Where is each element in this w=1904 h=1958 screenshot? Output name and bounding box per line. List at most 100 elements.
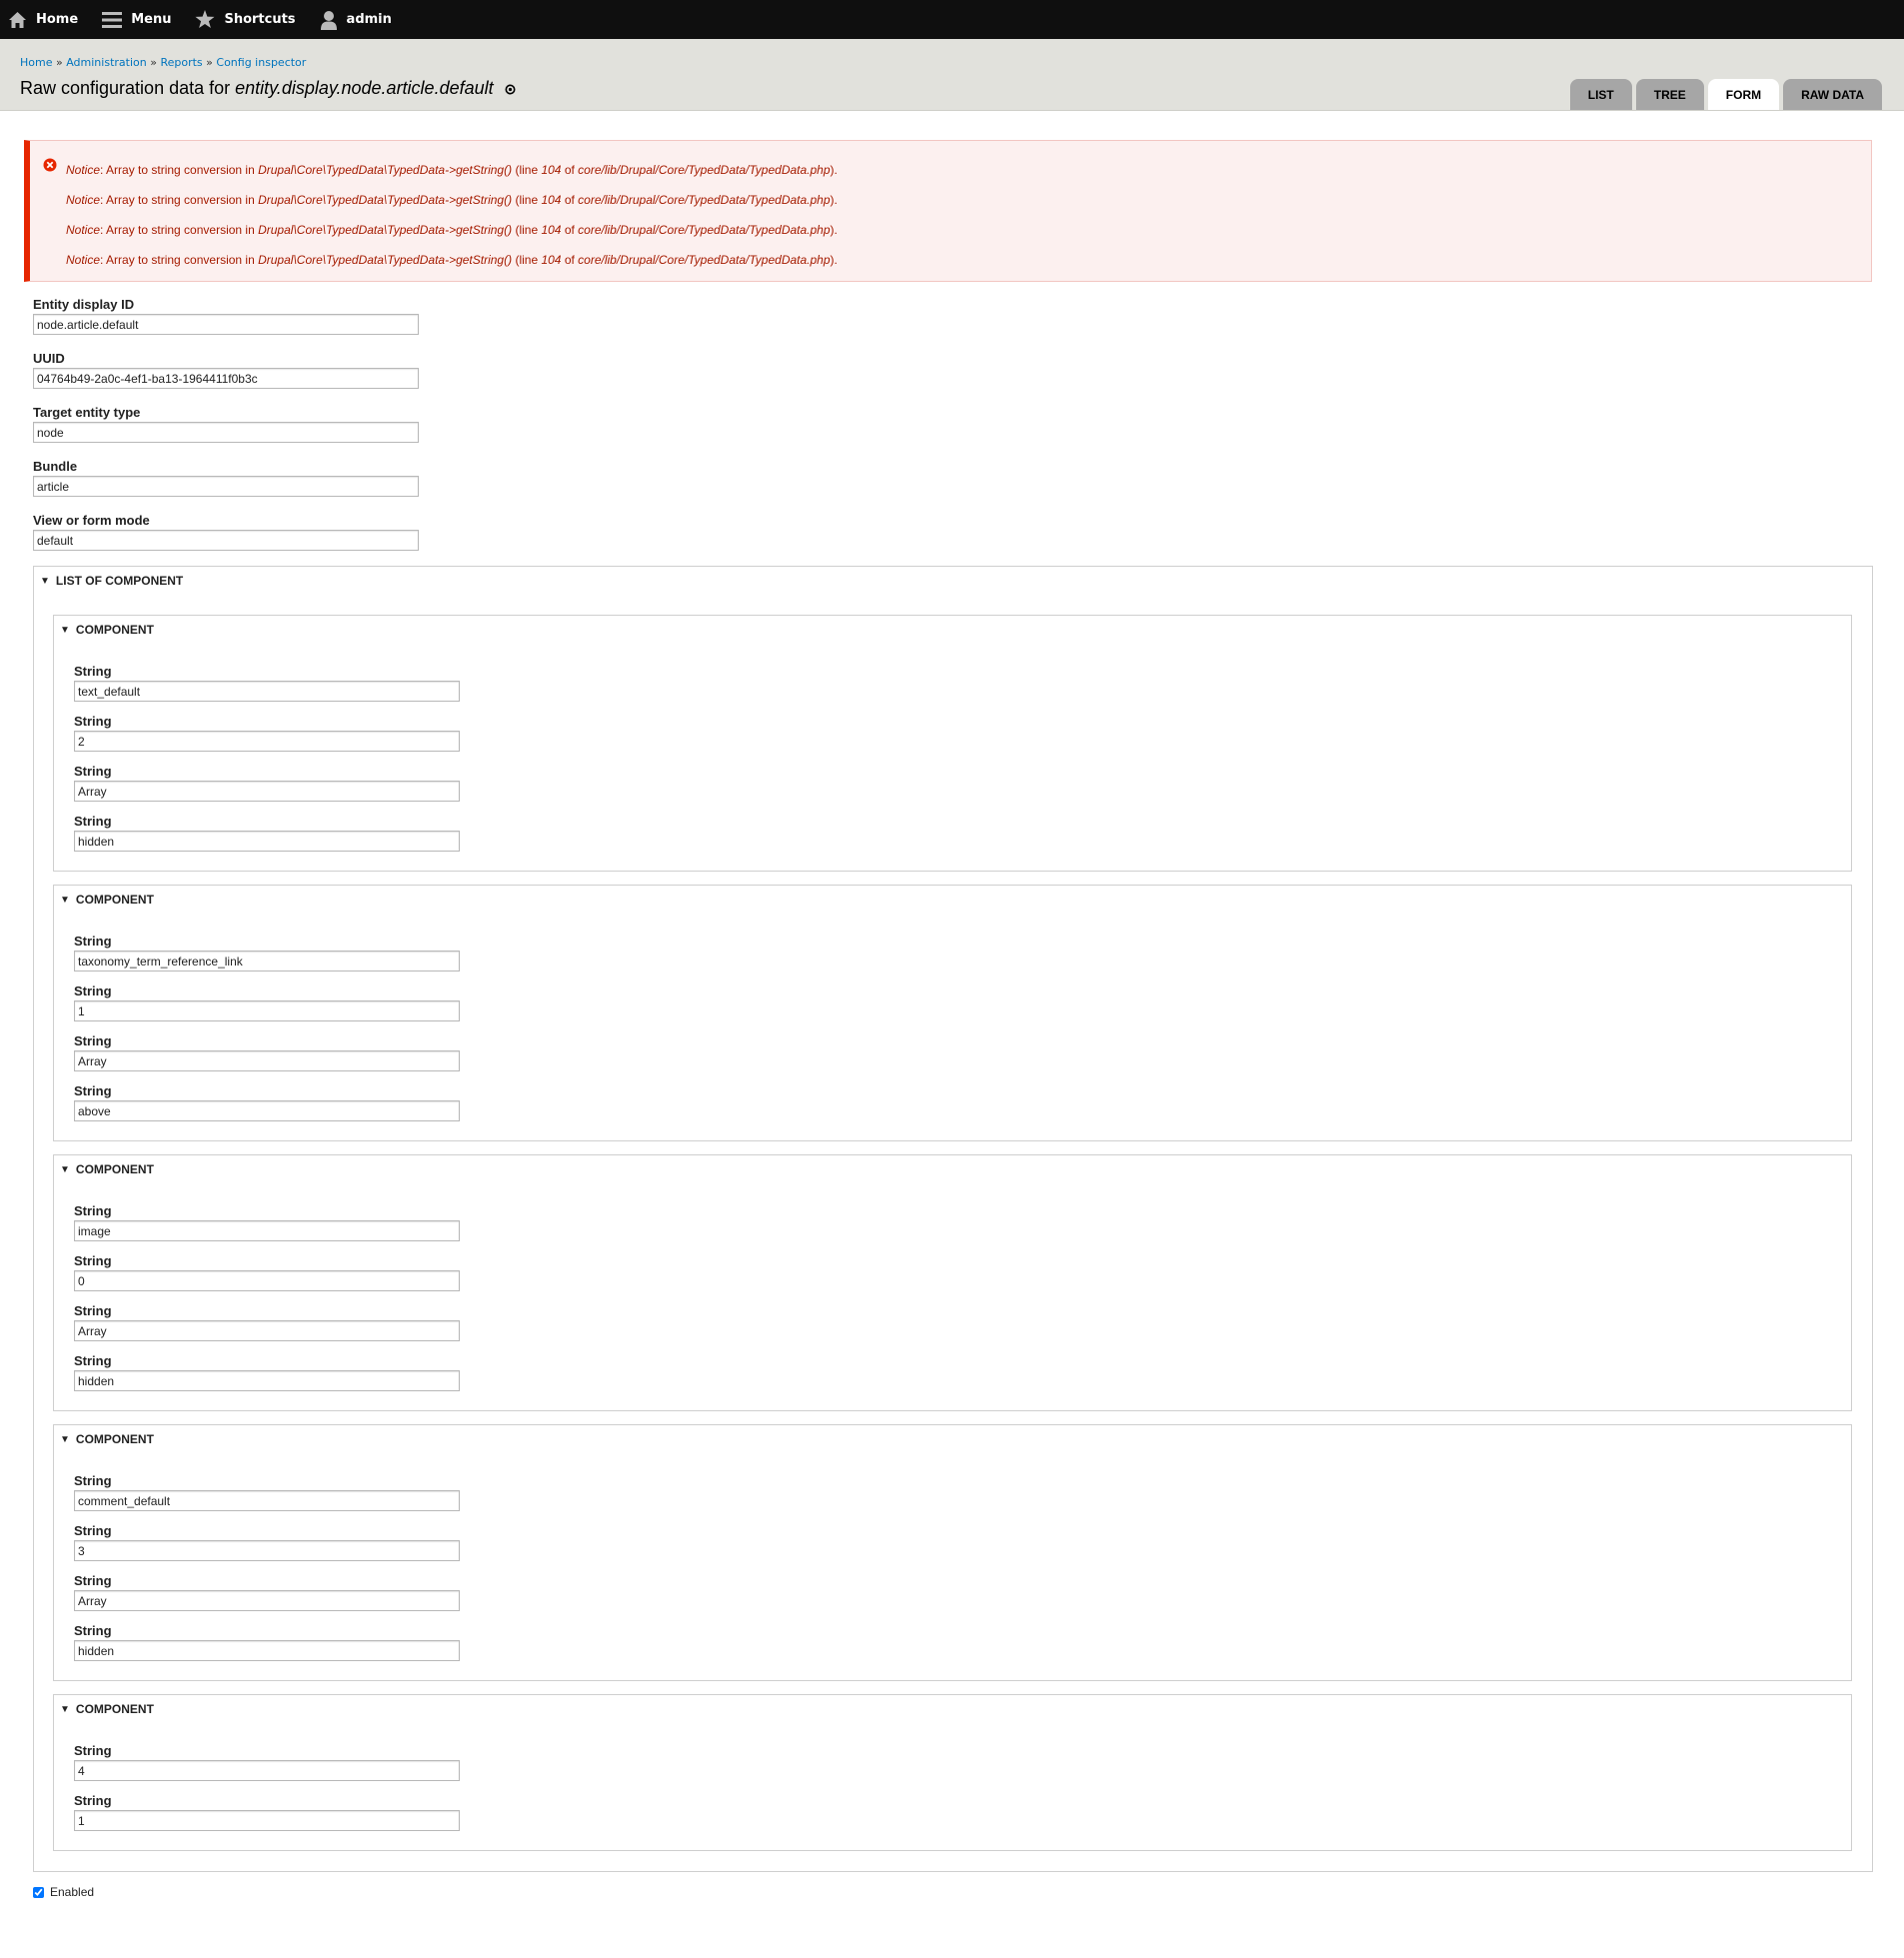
component-string-field: String [74, 1083, 460, 1121]
string-input[interactable] [74, 1050, 460, 1071]
view-mode-input[interactable] [33, 530, 419, 551]
shortcut-add-icon[interactable] [505, 79, 516, 100]
toolbar-menu-label: Menu [131, 12, 172, 27]
field-label: String [74, 1473, 112, 1488]
hamburger-icon [102, 11, 123, 28]
component-string-field: String [74, 1033, 460, 1071]
string-input[interactable] [74, 1760, 460, 1781]
breadcrumb-reports[interactable]: Reports [160, 56, 202, 69]
field-uuid: UUID [33, 351, 419, 389]
component-string-field: String [74, 1573, 460, 1611]
legend-label: COMPONENT [75, 893, 154, 907]
legend-label: LIST OF COMPONENT [55, 574, 184, 588]
field-label: String [74, 1083, 112, 1098]
error-icon [43, 158, 57, 172]
collapse-triangle-icon: ▼ [40, 575, 50, 587]
error-message: Notice: Array to string conversion in Dr… [66, 163, 838, 177]
entity-display-id-input[interactable] [33, 314, 419, 335]
field-label: String [74, 664, 112, 679]
field-label: String [74, 1623, 112, 1638]
tab-list[interactable]: LIST [1569, 79, 1632, 110]
field-label: String [74, 714, 112, 729]
field-label: String [74, 814, 112, 829]
secondary-tabs: LIST TREE FORM RAW DATA [1569, 79, 1882, 110]
field-label: String [74, 1303, 112, 1318]
string-input[interactable] [74, 1490, 460, 1511]
field-label: UUID [33, 351, 65, 366]
toolbar-menu[interactable]: Menu [102, 0, 171, 39]
component-string-field: String [74, 1743, 460, 1781]
component-string-field: String [74, 1303, 460, 1341]
component-string-field: String [74, 1203, 460, 1241]
component-string-field: String [74, 1353, 460, 1391]
breadcrumb-separator: » [150, 56, 157, 69]
component-legend[interactable]: ▼ COMPONENT [60, 623, 154, 637]
star-icon [195, 10, 215, 28]
string-input[interactable] [74, 1000, 460, 1021]
string-input[interactable] [74, 1370, 460, 1391]
toolbar-user-label: admin [346, 12, 392, 27]
breadcrumb-separator: » [55, 56, 63, 69]
legend-label: COMPONENT [75, 623, 154, 637]
enabled-checkbox[interactable] [33, 1886, 44, 1898]
legend-label: COMPONENT [75, 1162, 154, 1176]
breadcrumb-config-inspector[interactable]: Config inspector [216, 56, 306, 69]
string-input[interactable] [74, 1220, 460, 1241]
field-entity-display-id: Entity display ID [33, 297, 419, 335]
component-string-field: String [74, 1253, 460, 1291]
component-string-field: String [74, 664, 460, 702]
error-messages: Notice: Array to string conversion in Dr… [24, 140, 1872, 282]
component-string-field: String [74, 764, 460, 802]
string-input[interactable] [74, 681, 460, 702]
component-legend[interactable]: ▼ COMPONENT [60, 1432, 154, 1446]
uuid-input[interactable] [33, 368, 419, 389]
field-label: String [74, 1793, 112, 1808]
field-target-entity-type: Target entity type [33, 405, 419, 443]
legend-label: COMPONENT [75, 1432, 154, 1446]
list-of-component-legend[interactable]: ▼ LIST OF COMPONENT [40, 574, 183, 588]
component-string-field: String [74, 814, 460, 852]
collapse-triangle-icon: ▼ [60, 1163, 70, 1175]
target-entity-type-input[interactable] [33, 422, 419, 443]
field-label: View or form mode [33, 513, 150, 528]
field-label: String [74, 1253, 112, 1268]
error-message: Notice: Array to string conversion in Dr… [66, 253, 838, 267]
field-label: String [74, 1743, 112, 1758]
collapse-triangle-icon: ▼ [60, 624, 70, 636]
string-input[interactable] [74, 1320, 460, 1341]
toolbar-shortcuts-label: Shortcuts [224, 12, 296, 27]
component-legend[interactable]: ▼ COMPONENT [60, 1162, 154, 1176]
string-input[interactable] [74, 1590, 460, 1611]
breadcrumb: Home » Administration » Reports » Config… [20, 56, 306, 69]
string-input[interactable] [74, 1810, 460, 1831]
tab-raw-data[interactable]: RAW DATA [1783, 79, 1882, 110]
tab-form[interactable]: FORM [1707, 79, 1780, 110]
component-legend[interactable]: ▼ COMPONENT [60, 1702, 154, 1716]
page-title: Raw configuration data for entity.displa… [20, 78, 516, 100]
string-input[interactable] [74, 831, 460, 852]
breadcrumb-home[interactable]: Home [20, 56, 52, 69]
collapse-triangle-icon: ▼ [60, 1433, 70, 1445]
field-label: String [74, 934, 112, 949]
enabled-label: Enabled [50, 1885, 95, 1899]
bundle-input[interactable] [33, 476, 419, 497]
string-input[interactable] [74, 1100, 460, 1121]
breadcrumb-administration[interactable]: Administration [66, 56, 147, 69]
component-string-field: String [74, 1793, 460, 1831]
string-input[interactable] [74, 781, 460, 802]
component-string-field: String [74, 1473, 460, 1511]
field-label: Entity display ID [33, 297, 135, 312]
string-input[interactable] [74, 1540, 460, 1561]
string-input[interactable] [74, 951, 460, 972]
component-legend[interactable]: ▼ COMPONENT [60, 893, 154, 907]
toolbar-home[interactable]: Home [8, 0, 78, 39]
admin-toolbar: Home Menu Shortcuts admin [0, 0, 1904, 39]
string-input[interactable] [74, 1640, 460, 1661]
string-input[interactable] [74, 1270, 460, 1291]
field-label: Bundle [33, 459, 78, 474]
home-icon [9, 11, 26, 28]
toolbar-user[interactable]: admin [320, 0, 392, 39]
tab-tree[interactable]: TREE [1635, 79, 1704, 110]
toolbar-shortcuts[interactable]: Shortcuts [195, 0, 296, 39]
string-input[interactable] [74, 731, 460, 752]
